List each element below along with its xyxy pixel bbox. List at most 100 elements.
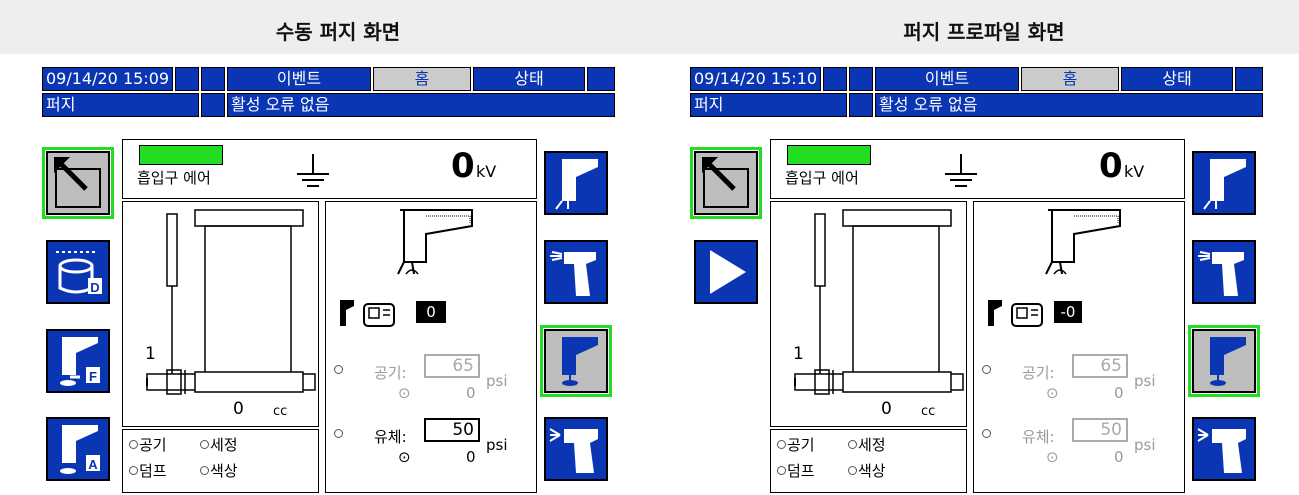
drum-dump-icon: D [56,251,102,295]
start-play-button[interactable] [694,240,758,304]
purge-index: -0 [1054,301,1082,323]
air-unit: psi [1134,372,1156,390]
status-panel: 흡입구 에어 0 kV [122,139,537,199]
manual-gun-icon [550,251,596,296]
tab-home[interactable]: 홈 [373,67,471,91]
purge-gun-button[interactable] [1188,325,1260,397]
ground-icon [297,154,329,187]
tab-status[interactable]: 상태 [1121,67,1233,91]
air-label: 공기: [374,364,407,382]
legend-air-radio [129,440,138,449]
air-setpoint-input[interactable]: 65 [424,354,480,378]
fluid-gauge-icon: ⊙ [1046,448,1059,466]
air-radio [982,365,991,374]
svg-text:F: F [89,369,97,384]
legend-dump: 덤프 [139,462,167,480]
pump-stroke-label: 1 [145,344,156,364]
air-unit: psi [486,372,508,390]
legend-color-radio [848,466,857,475]
gun-flush-button[interactable]: F [46,329,110,393]
spray-gun-icon [1203,159,1246,210]
kv-value: 0 [1099,146,1123,186]
top-spacer [201,67,225,91]
tab-events[interactable]: 이벤트 [875,67,1019,91]
drum-dump-button[interactable]: D [46,240,110,304]
purge-indicator-icon [340,300,395,327]
spray-gun-button[interactable] [1192,417,1256,481]
gun-auto-button[interactable]: A [46,417,110,481]
pump-diagram [794,209,964,395]
kv-unit: kV [1124,162,1145,181]
manual-gun-button[interactable] [1192,240,1256,304]
mode-label: 퍼지 [42,93,199,117]
exit-screen-button[interactable] [690,147,762,219]
legend-panel: 공기 세정 덤프 색상 [770,429,967,493]
legend-panel: 공기 세정 덤프 색상 [122,429,319,493]
air-setpoint-input[interactable]: 65 [1072,354,1128,378]
manual-gun-button[interactable] [544,240,608,304]
legend-wash: 세정 [858,436,886,454]
spray-gun-button[interactable] [544,417,608,481]
manual-gun-icon [1198,251,1244,296]
spray-gun-image [397,209,473,275]
air-radio [334,365,343,374]
spray-gun-2-icon [549,428,598,473]
purge-gun-icon [558,337,598,386]
inlet-air-label: 흡입구 에어 [137,169,211,187]
air-gauge-icon: ⊙ [398,384,411,402]
legend-dump-radio [129,466,138,475]
gun-mode-button[interactable] [1192,151,1256,215]
purge-index: 0 [416,301,446,323]
screen-manual-purge: 09/14/20 15:09 이벤트 홈 상태 퍼지 활성 오류 없음 D F … [42,67,615,495]
top-spacer [823,67,847,91]
tab-right-arrow[interactable] [587,67,615,91]
fluid-setpoint-input[interactable]: 50 [424,418,480,442]
fluid-radio [334,429,343,438]
purge-gun-button[interactable] [540,325,612,397]
inlet-air-indicator [139,145,223,165]
pressure-panel: -0 공기: 65 psi ⊙ 0 유체: 50 psi ⊙ 0 [973,201,1185,493]
gun-mode-button[interactable] [544,151,608,215]
mode-label: 퍼지 [690,93,847,117]
spray-gun-2-icon [1197,428,1246,473]
datetime: 09/14/20 15:09 [42,67,173,91]
legend-color-radio [200,466,209,475]
svg-text:D: D [90,280,99,295]
screen-purge-profile: 09/14/20 15:10 이벤트 홈 상태 퍼지 활성 오류 없음 흡입구 … [690,67,1263,495]
legend-air-radio [777,440,786,449]
tab-events[interactable]: 이벤트 [227,67,371,91]
air-label: 공기: [1022,364,1055,382]
legend-air: 공기 [787,436,815,454]
volume-value: 0 [233,399,244,419]
svg-text:A: A [88,457,98,472]
purge-indicator-icon [988,300,1043,327]
ground-icon [945,154,977,187]
tab-status[interactable]: 상태 [473,67,585,91]
status-panel: 흡입구 에어 0 kV [770,139,1185,199]
fluid-label: 유체: [374,428,407,446]
legend-wash-radio [200,440,209,449]
fluid-gauge-icon: ⊙ [398,448,411,466]
play-icon [710,250,746,294]
gun-flush-icon: F [58,337,100,386]
exit-screen-button[interactable] [42,147,114,219]
air-actual: 0 [1114,384,1124,402]
volume-unit: cc [273,404,288,419]
status-message: 활성 오류 없음 [227,93,615,117]
pump-panel: 1 0 cc [122,201,319,427]
gun-auto-icon: A [58,425,100,474]
fluid-setpoint-input[interactable]: 50 [1072,418,1128,442]
fluid-radio [982,429,991,438]
fluid-unit: psi [486,436,508,454]
legend-dump: 덤프 [787,462,815,480]
pressure-panel: 0 공기: 65 psi ⊙ 0 유체: 50 psi ⊙ 0 [325,201,537,493]
fluid-unit: psi [1134,436,1156,454]
legend-color: 색상 [858,462,886,480]
spray-gun-image [1045,209,1121,275]
status-message: 활성 오류 없음 [875,93,1263,117]
purge-gun-icon [1206,337,1246,386]
inlet-air-label: 흡입구 에어 [785,169,859,187]
exit-screen-icon [54,157,101,208]
tab-right-arrow[interactable] [1235,67,1263,91]
tab-home[interactable]: 홈 [1021,67,1119,91]
